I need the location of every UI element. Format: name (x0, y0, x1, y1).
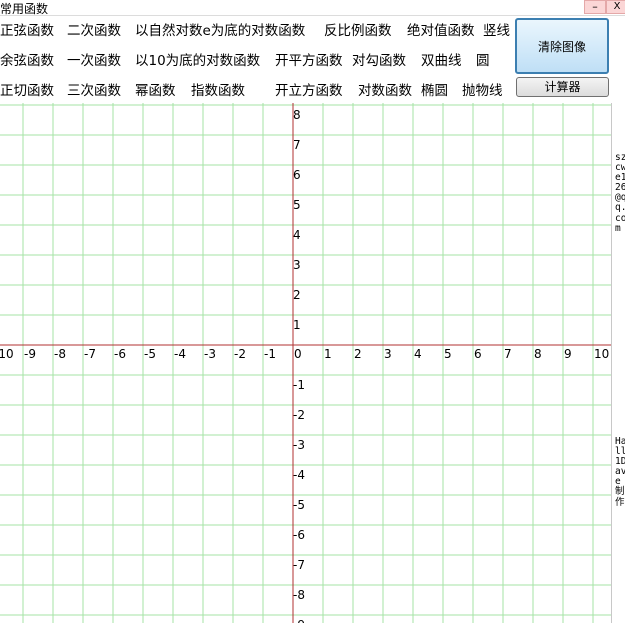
fn-sqrt[interactable]: 开平方函数 (275, 53, 343, 69)
x-tick-label: 5 (444, 347, 452, 361)
fn-parabola[interactable]: 抛物线 (462, 83, 503, 99)
credit-text: Hall1Dave制作 (615, 436, 625, 508)
y-tick-label: 6 (293, 168, 301, 182)
fn-nike[interactable]: 对勾函数 (352, 53, 406, 69)
title-divider (0, 15, 625, 16)
y-tick-label: 1 (293, 318, 301, 332)
fn-absolute[interactable]: 绝对值函数 (407, 23, 475, 39)
fn-log10[interactable]: 以10为底的对数函数 (135, 53, 260, 69)
fn-vertical-line[interactable]: 竖线 (483, 23, 510, 39)
close-button[interactable]: X (606, 0, 625, 14)
y-tick-label: -3 (293, 438, 305, 452)
x-tick-label: 9 (564, 347, 572, 361)
fn-circle[interactable]: 圆 (476, 53, 490, 69)
fn-exponential[interactable]: 指数函数 (191, 83, 245, 99)
x-tick-label: -7 (84, 347, 96, 361)
minimize-button[interactable]: – (584, 0, 606, 14)
y-tick-label: 4 (293, 228, 301, 242)
graph-canvas[interactable]: -10-9-8-7-6-5-4-3-2-10123456789108765432… (0, 103, 611, 627)
fn-quadratic[interactable]: 二次函数 (67, 23, 121, 39)
x-tick-label: 4 (414, 347, 422, 361)
y-tick-label: -6 (293, 528, 305, 542)
y-tick-label: 3 (293, 258, 301, 272)
x-tick-label: 8 (534, 347, 542, 361)
y-tick-label: 5 (293, 198, 301, 212)
fn-hyperbola[interactable]: 双曲线 (421, 53, 462, 69)
coordinate-grid: -10-9-8-7-6-5-4-3-2-10123456789108765432… (0, 103, 611, 627)
x-tick-label: -5 (144, 347, 156, 361)
x-tick-label: -2 (234, 347, 246, 361)
x-tick-label: 2 (354, 347, 362, 361)
y-tick-label: -2 (293, 408, 305, 422)
fn-tangent[interactable]: 正切函数 (0, 83, 54, 99)
fn-sine[interactable]: 正弦函数 (0, 23, 54, 39)
y-tick-label: 7 (293, 138, 301, 152)
x-tick-label: -8 (54, 347, 66, 361)
fn-cosine[interactable]: 余弦函数 (0, 53, 54, 69)
x-tick-label: 1 (324, 347, 332, 361)
x-tick-label: 3 (384, 347, 392, 361)
x-tick-label: 6 (474, 347, 482, 361)
fn-cbrt[interactable]: 开立方函数 (275, 83, 343, 99)
y-tick-label: -4 (293, 468, 305, 482)
x-tick-label: -4 (174, 347, 186, 361)
x-tick-label: -10 (0, 347, 14, 361)
fn-inverse[interactable]: 反比例函数 (324, 23, 392, 39)
fn-power[interactable]: 幂函数 (135, 83, 176, 99)
fn-linear[interactable]: 一次函数 (67, 53, 121, 69)
window-title: 常用函数 (0, 2, 49, 16)
y-tick-label: -8 (293, 588, 305, 602)
calculator-button[interactable]: 计算器 (516, 77, 609, 97)
y-tick-label: -7 (293, 558, 305, 572)
y-tick-label: -9 (293, 618, 305, 623)
x-tick-label: 0 (294, 347, 302, 361)
x-tick-label: 7 (504, 347, 512, 361)
clear-graph-button[interactable]: 清除图像 (515, 18, 609, 74)
y-tick-label: -1 (293, 378, 305, 392)
fn-ln[interactable]: 以自然对数e为底的对数函数 (135, 23, 305, 39)
x-tick-label: -9 (24, 347, 36, 361)
x-tick-label: -1 (264, 347, 276, 361)
y-tick-label: -5 (293, 498, 305, 512)
fn-log[interactable]: 对数函数 (358, 83, 412, 99)
x-tick-label: -3 (204, 347, 216, 361)
fn-ellipse[interactable]: 椭圆 (421, 83, 448, 99)
fn-cubic[interactable]: 三次函数 (67, 83, 121, 99)
y-tick-label: 2 (293, 288, 301, 302)
x-tick-label: -6 (114, 347, 126, 361)
email-text: szcwe126@qq.com (615, 152, 625, 234)
y-tick-label: 8 (293, 108, 301, 122)
x-tick-label: 10 (594, 347, 609, 361)
